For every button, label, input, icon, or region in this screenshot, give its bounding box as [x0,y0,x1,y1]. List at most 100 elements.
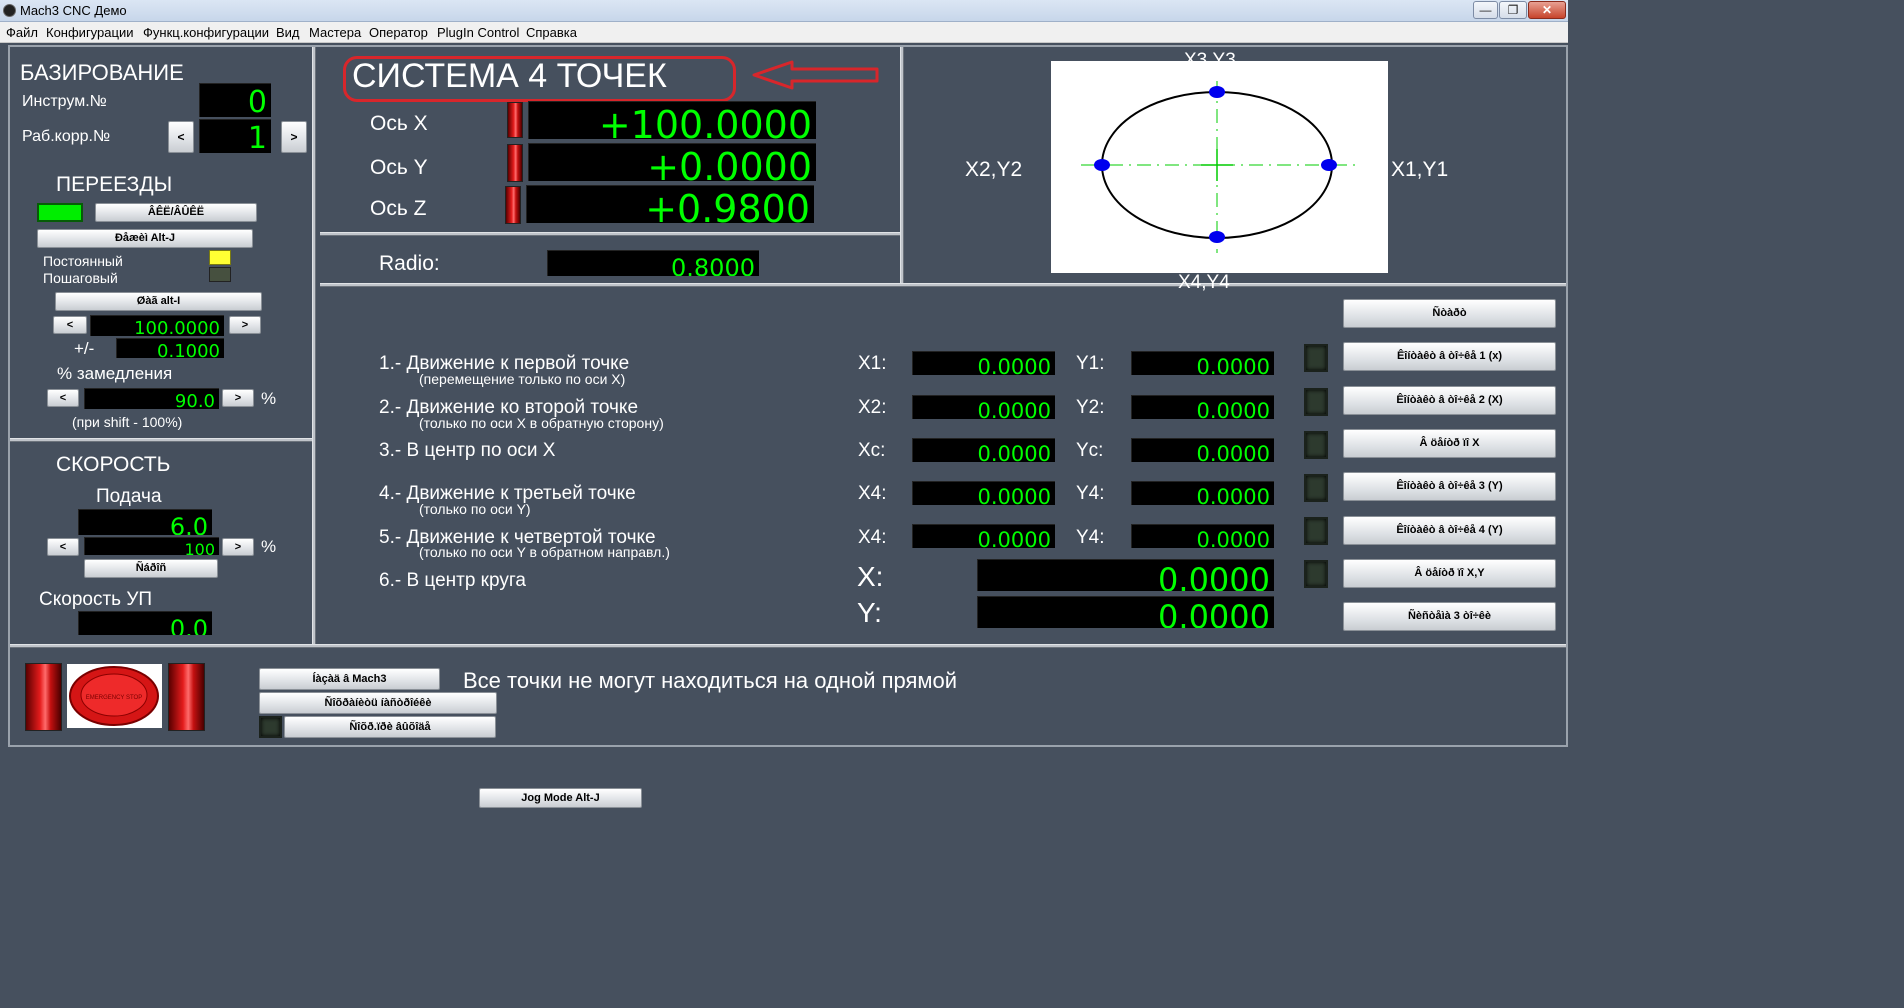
step-4-x-dro: 0.0000 [912,481,1055,505]
axis-y-ref-led[interactable] [507,144,523,182]
step-1-x-dro: 0.0000 [912,351,1055,375]
step-3-y-label: Yc: [1076,440,1104,461]
step-6-led [1304,560,1328,588]
feed-prev-button[interactable]: < [47,538,79,556]
slow-unit-label: % [261,389,277,408]
probe-point-2-button[interactable]: Êîíòàêò â òî÷êå 2 (X) [1343,386,1556,415]
save-on-exit-led [259,716,282,738]
probe-point-3-button[interactable]: Êîíòàêò â òî÷êå 3 (Y) [1343,472,1556,501]
point-2-marker [1094,159,1110,171]
axis-z-dro: +0.9800 [526,185,814,223]
feed-rate-dro: 6.0 [78,509,212,535]
system-3-points-button[interactable]: Ñèñòåìà 3 òî÷êè [1343,602,1556,631]
divider-radio [320,232,900,236]
axis-z-ref-led[interactable] [505,186,521,224]
reset-right-led[interactable] [168,663,205,731]
close-button[interactable]: ✕ [1528,1,1566,19]
circle-diagram [1081,81,1356,253]
jog-mode-alt-j-button[interactable]: Jog Mode Alt-J [479,788,642,808]
shift-note: (при shift - 100%) [72,414,183,430]
jog-step-label: Пошаговый [43,270,118,286]
menu-help[interactable]: Справка [526,25,577,40]
slow-next-button[interactable]: > [222,389,254,407]
step-2-subtitle: (только по оси X в обратную сторону) [419,415,664,431]
offset-next-button[interactable]: > [281,121,307,153]
center-x-label: X: [857,561,884,592]
save-on-exit-button[interactable]: Ñîõð.ïðè âûõîäå [284,716,496,738]
step-2-y-label: Y2: [1076,397,1105,418]
reset-left-led[interactable] [25,663,62,731]
step-1-y-label: Y1: [1076,353,1105,374]
save-settings-button[interactable]: Ñîõðàíèòü íàñòðîéêè [259,692,497,714]
speed-title: СКОРОСТЬ [56,453,171,476]
estop-text: EMERGENCY STOP [86,695,142,701]
jog-step-button[interactable]: Øàã alt-I [55,292,262,311]
step-2-y-dro: 0.0000 [1131,395,1274,419]
step-3-title: 3.- В центр по оси X [379,440,556,461]
menu-func-config[interactable]: Функц.конфигурации [143,25,269,40]
menu-wizards[interactable]: Мастера [309,25,361,40]
step-5-x-label: X4: [858,527,887,548]
step-3-y-dro: 0.0000 [1131,438,1274,462]
tool-number-dro: 0 [199,83,271,117]
offset-label: Раб.корр.№ [22,128,111,145]
window-title: Mach3 CNC Демо [20,3,127,18]
jog-mode-button[interactable]: Ðåæèì Alt-J [37,229,253,248]
step-4-x-label: X4: [858,483,887,504]
slow-prev-button[interactable]: < [47,389,79,407]
menu-config[interactable]: Конфигурации [46,25,133,40]
divider-steps [320,283,1566,287]
minimize-button[interactable]: — [1473,1,1498,19]
jog-step-led [209,267,231,282]
step-next-button[interactable]: > [229,316,261,334]
step-4-y-dro: 0.0000 [1131,481,1274,505]
divider-bottom [10,644,1566,648]
divider-speed [10,438,312,442]
step-3-led [1304,431,1328,459]
point-4-marker [1209,231,1225,243]
radio-label: Radio: [379,252,440,275]
center-xy-button[interactable]: Â öåíòð ïî X,Y [1343,559,1556,588]
step-3-x-dro: 0.0000 [912,438,1055,462]
menu-operator[interactable]: Оператор [369,25,428,40]
emergency-stop-button[interactable]: EMERGENCY STOP [67,664,162,728]
probe-point-1-button[interactable]: Êîíòàêò â òî÷êå 1 (x) [1343,342,1556,371]
diagram-label-right: X1,Y1 [1391,158,1449,181]
app-icon [3,4,16,17]
feed-next-button[interactable]: > [222,538,254,556]
axis-x-ref-led[interactable] [507,102,523,138]
step-5-x-dro: 0.0000 [912,524,1055,548]
probe-point-4-button[interactable]: Êîíòàêò â òî÷êå 4 (Y) [1343,516,1556,545]
offset-prev-button[interactable]: < [168,121,194,153]
axis-y-label: Ось Y [370,156,428,179]
annotation-outline [343,56,736,102]
title-bar: Mach3 CNC Демо — ❐ ✕ [0,0,1568,22]
jog-toggle-button[interactable]: ÂÊË/ÂÛÊË [95,203,257,222]
step-1-x-label: X1: [858,353,887,374]
menu-plugin-control[interactable]: PlugIn Control [437,25,519,40]
radio-dro: 0.8000 [547,250,759,276]
center-x-button[interactable]: Â öåíòð ïî X [1343,429,1556,458]
start-button[interactable]: Ñòàðò [1343,299,1556,328]
jog-continuous-label: Постоянный [43,253,123,269]
axis-z-label: Ось Z [370,197,427,220]
plusminus-label: +/- [74,339,95,358]
jog-enable-led [37,203,83,222]
step-size-dro: 100.0000 [90,315,224,336]
maximize-button[interactable]: ❐ [1499,1,1527,19]
center-x-dro: 0.0000 [977,559,1274,591]
feed-label: Подача [96,486,162,507]
menu-view[interactable]: Вид [276,25,300,40]
step-prev-button[interactable]: < [53,316,87,334]
feed-reset-button[interactable]: Ñáðîñ [84,559,218,578]
point-1-marker [1321,159,1337,171]
back-to-mach3-button[interactable]: Íàçàä â Mach3 [259,668,440,690]
step-4-subtitle: (только по оси Y) [419,501,531,517]
minimize-icon: — [1479,3,1492,17]
step-5-y-label: Y4: [1076,527,1105,548]
step-2-led [1304,388,1328,416]
step-2-x-label: X2: [858,397,887,418]
menu-file[interactable]: Файл [6,25,38,40]
axis-x-label: Ось X [370,112,428,135]
annotation-arrow [752,60,879,90]
